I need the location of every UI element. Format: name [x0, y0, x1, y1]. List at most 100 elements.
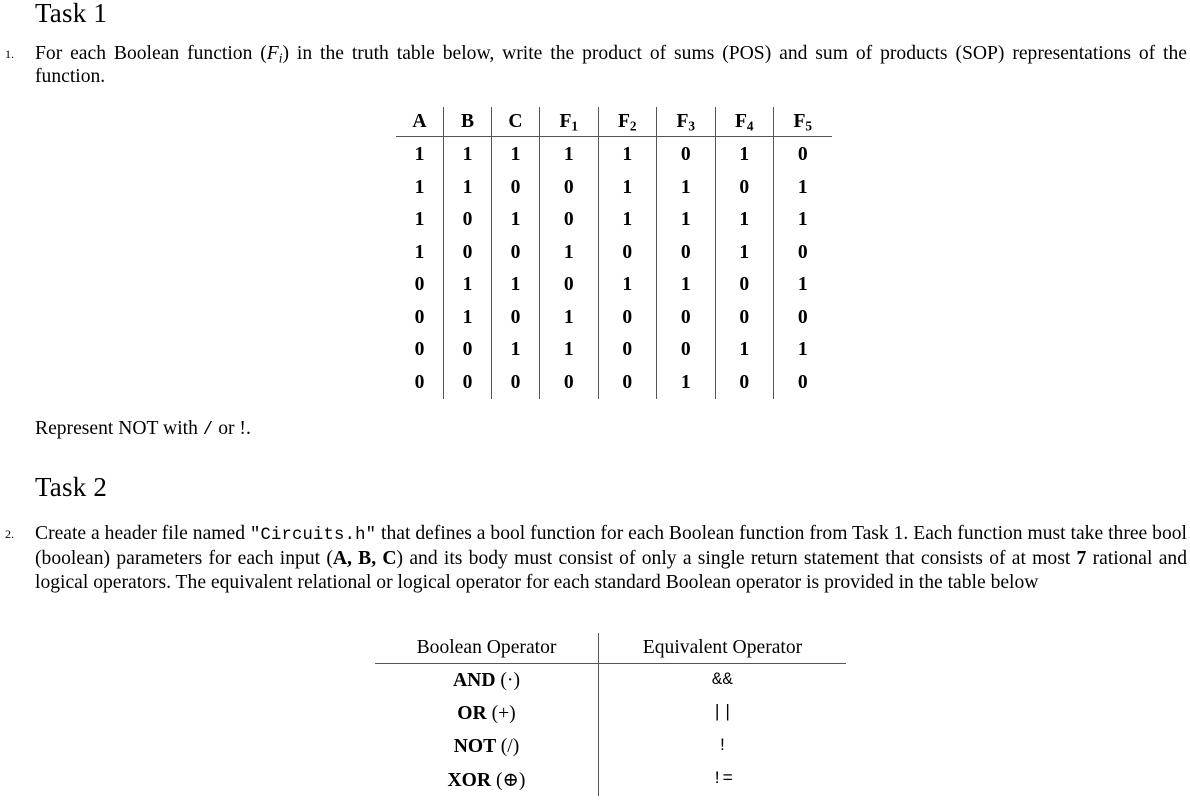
truth-cell: 1	[656, 171, 715, 204]
operator-symbol: (/)	[500, 735, 520, 757]
truth-table-head: A B C F1 F2 F3 F4 F5	[396, 107, 832, 137]
truth-cell: 1	[656, 269, 715, 302]
truth-table-header-b: B	[443, 107, 492, 137]
table-row: 1 0 0 1 0 0 1 0	[396, 236, 832, 269]
operator-equivalent-cell: !=	[598, 763, 846, 796]
table-row: AND (·) &&	[375, 663, 846, 697]
task-1-text-part-1: For each Boolean function (	[35, 43, 267, 64]
truth-cell: 1	[773, 334, 832, 367]
truth-cell: 1	[773, 171, 832, 204]
truth-cell: 0	[714, 269, 774, 302]
operator-equivalent-cell: !	[598, 730, 846, 763]
truth-cell: 1	[656, 204, 715, 237]
note-prefix: Represent NOT with	[35, 418, 203, 439]
truth-cell: 0	[491, 366, 540, 399]
truth-cell: 1	[597, 204, 657, 237]
operator-equivalence-table: Boolean Operator Equivalent Operator AND…	[375, 633, 846, 796]
operator-name-cell: XOR (⊕)	[447, 769, 526, 791]
truth-table-header-a: A	[396, 107, 444, 137]
table-row: XOR (⊕) !=	[375, 763, 846, 796]
operator-table-body: AND (·) && OR (+) || NOT (/) ! XOR (⊕) !…	[375, 663, 846, 796]
truth-table-header-row: A B C F1 F2 F3 F4 F5	[396, 107, 832, 137]
truth-cell: 1	[443, 171, 492, 204]
truth-cell: 0	[443, 334, 492, 367]
operator-equivalent-cell: &&	[598, 663, 846, 697]
operator-table-header-equivalent: Equivalent Operator	[598, 633, 846, 664]
task-2-text-part-1: Create a header file named	[35, 523, 250, 544]
table-row: 1 0 1 0 1 1 1 1	[396, 204, 832, 237]
truth-cell: 1	[414, 241, 425, 263]
operator-symbol: (·)	[500, 669, 520, 691]
task-2-instruction-text: Create a header file named "Circuits.h" …	[35, 522, 1187, 594]
operator-name-cell: NOT (/)	[453, 735, 520, 757]
truth-cell: 1	[414, 176, 425, 198]
task-2-heading: Task 2	[35, 472, 108, 502]
truth-cell: 0	[656, 136, 715, 172]
truth-cell: 0	[597, 236, 657, 269]
truth-table-header-f1: F1	[539, 107, 598, 137]
truth-cell: 0	[656, 236, 715, 269]
truth-cell: 1	[714, 236, 774, 269]
header-filename: "Circuits.h"	[249, 526, 377, 545]
truth-cell: 1	[414, 209, 425, 231]
truth-cell: 1	[539, 301, 598, 334]
task-1-instruction-text: For each Boolean function (Fi) in the tr…	[35, 42, 1187, 89]
truth-cell: 1	[491, 334, 540, 367]
truth-cell: 1	[597, 269, 657, 302]
truth-cell: 0	[597, 301, 657, 334]
truth-cell: 1	[714, 204, 774, 237]
truth-cell: 0	[491, 236, 540, 269]
list-marker-1: 1.	[5, 47, 14, 61]
not-notation-note: Represent NOT with / or !.	[35, 417, 251, 442]
truth-cell: 0	[443, 204, 492, 237]
truth-cell: 0	[714, 366, 774, 399]
truth-cell: 1	[773, 204, 832, 237]
truth-table-header-f5: F5	[773, 107, 832, 137]
function-symbol-fi: Fi	[266, 43, 283, 66]
table-row: 0 0 0 0 0 1 0 0	[396, 366, 832, 399]
truth-table-header-f3: F3	[656, 107, 715, 137]
truth-cell: 0	[414, 371, 425, 393]
truth-cell: 1	[539, 236, 598, 269]
truth-cell: 0	[414, 306, 425, 328]
truth-cell: 1	[414, 144, 425, 166]
operator-equivalent-cell: ||	[598, 697, 846, 730]
truth-cell: 0	[656, 301, 715, 334]
truth-cell: 0	[656, 334, 715, 367]
truth-cell: 1	[491, 136, 540, 172]
operator-symbol: (⊕)	[495, 769, 526, 791]
table-row: 0 0 1 1 0 0 1 1	[396, 334, 832, 367]
table-row: 1 1 1 1 1 0 1 0	[396, 136, 832, 172]
truth-table-header-f2: F2	[597, 107, 657, 137]
truth-cell: 0	[539, 269, 598, 302]
truth-cell: 0	[773, 236, 832, 269]
operator-symbol: (+)	[491, 702, 516, 724]
truth-cell: 1	[443, 301, 492, 334]
truth-cell: 1	[539, 136, 598, 172]
task-2-list-item: 2. Create a header file named "Circuits.…	[5, 522, 1187, 594]
truth-cell: 0	[414, 274, 425, 296]
document-page: Task 1 1. For each Boolean function (Fi)…	[0, 0, 1190, 807]
truth-cell: 1	[773, 269, 832, 302]
truth-cell: 0	[414, 339, 425, 361]
note-slash-symbol: /	[202, 421, 214, 440]
input-parameters: A, B, C	[332, 548, 397, 570]
truth-cell: 1	[491, 204, 540, 237]
table-row: 1 1 0 0 1 1 0 1	[396, 171, 832, 204]
operator-count: 7	[1076, 548, 1087, 570]
task-1-list-item: 1. For each Boolean function (Fi) in the…	[5, 42, 1187, 89]
truth-cell: 0	[443, 366, 492, 399]
truth-cell: 1	[597, 136, 657, 172]
truth-cell: 1	[714, 334, 774, 367]
operator-table-head: Boolean Operator Equivalent Operator	[375, 633, 846, 664]
truth-cell: 1	[656, 366, 715, 399]
operator-table-header-boolean: Boolean Operator	[375, 633, 599, 664]
task-2-text-part-3: ) and its body must consist of only a si…	[396, 548, 1077, 570]
table-row: 0 1 1 0 1 1 0 1	[396, 269, 832, 302]
truth-table: A B C F1 F2 F3 F4 F5 1 1 1 1 1 0 1 0 1 1…	[396, 107, 832, 399]
truth-cell: 1	[714, 136, 774, 172]
truth-cell: 1	[491, 269, 540, 302]
truth-cell: 0	[597, 366, 657, 399]
truth-cell: 0	[539, 171, 598, 204]
truth-table-body: 1 1 1 1 1 0 1 0 1 1 0 0 1 1 0 1 1 0 1 0 …	[396, 136, 832, 399]
